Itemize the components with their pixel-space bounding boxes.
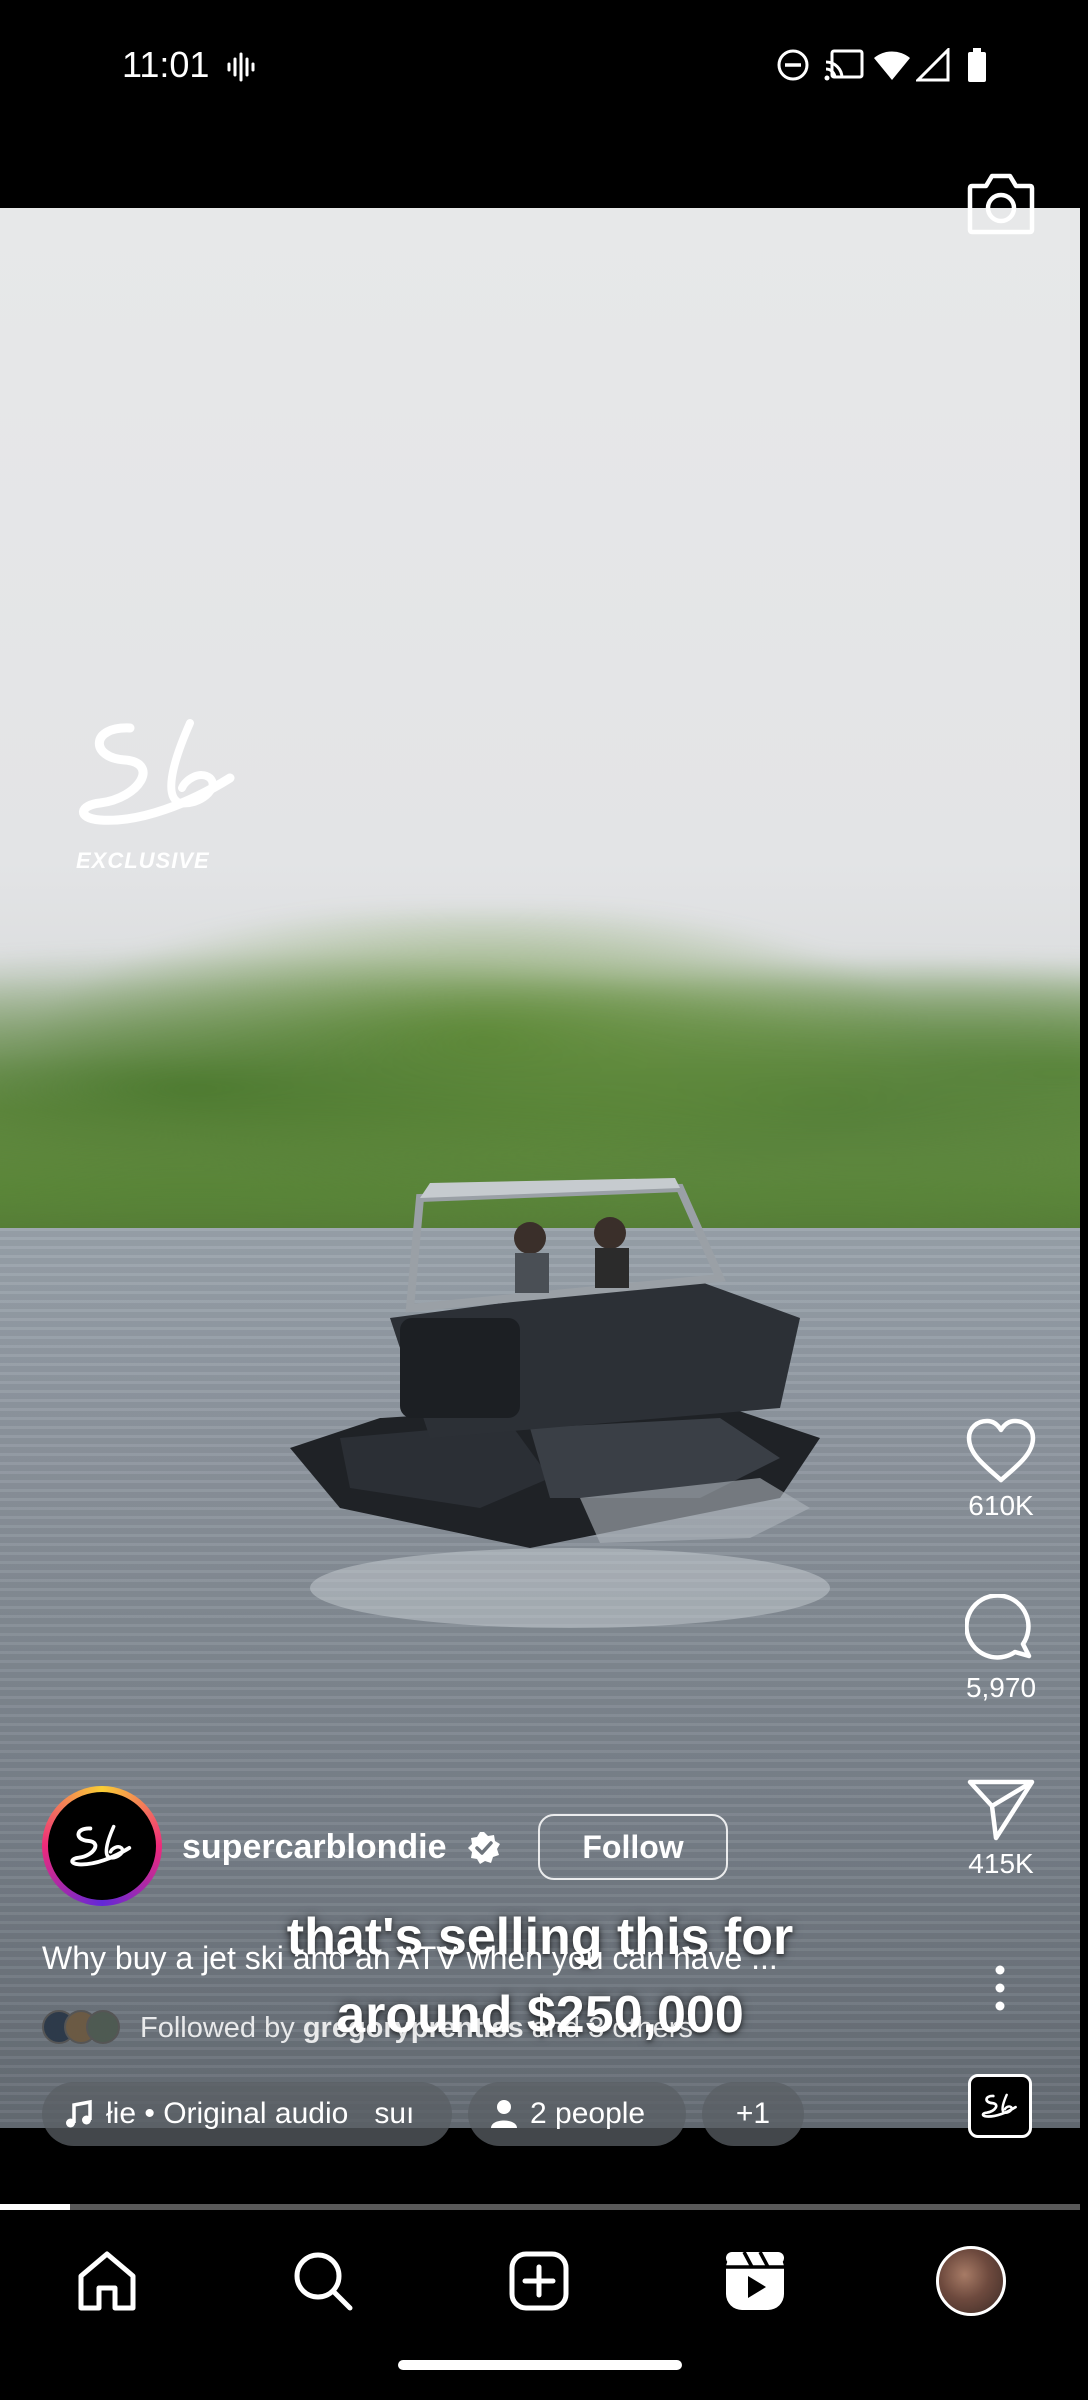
comment-bubble-icon	[965, 1594, 1032, 1660]
comment-count: 5,970	[965, 1672, 1037, 1703]
like-action[interactable]: 610K	[941, 1418, 1061, 1522]
reels-icon	[726, 2251, 784, 2310]
more-options-icon[interactable]	[986, 1964, 1014, 2012]
voice-wave-icon	[227, 52, 255, 82]
like-count: 610K	[968, 1490, 1034, 1521]
audio-pill[interactable]: łie • Original audio suı	[42, 2082, 452, 2146]
sb-logo-watermark	[79, 719, 235, 825]
tagged-people-pill[interactable]: 2 people	[468, 2082, 686, 2146]
person-icon	[491, 2100, 517, 2128]
follower-avatar	[86, 2010, 120, 2044]
followed-prefix: Followed by	[140, 2011, 303, 2044]
sb-logo-icon	[981, 2093, 1017, 2118]
follower-avatars	[42, 2010, 122, 2046]
more-tags-pill[interactable]: +1	[702, 2082, 804, 2146]
exclusive-label: EXCLUSIVE	[76, 848, 210, 873]
verified-badge-icon	[468, 1832, 500, 1864]
audio-thumbnail[interactable]	[968, 2074, 1032, 2138]
more-tags-label: +1	[735, 2097, 771, 2130]
camera-icon[interactable]	[966, 170, 1036, 236]
nav-home[interactable]	[62, 2236, 152, 2326]
cell-signal-icon	[916, 48, 950, 82]
followed-by-text: Followed by gregoryprentiss and 3 others	[140, 2012, 693, 2045]
nav-create[interactable]	[494, 2236, 584, 2326]
tagged-people-label: 2 people	[530, 2097, 646, 2130]
nav-search[interactable]	[278, 2236, 368, 2326]
music-note-icon	[66, 2099, 92, 2128]
send-icon	[967, 1779, 1035, 1841]
sb-logo-icon	[70, 1824, 132, 1867]
followed-user[interactable]: gregoryprentiss	[303, 2012, 524, 2044]
author-username[interactable]: supercarblondie	[182, 1828, 447, 1867]
nav-reels[interactable]	[710, 2236, 800, 2326]
create-icon	[509, 2251, 569, 2311]
author-avatar[interactable]	[42, 1786, 162, 1906]
followed-by-row[interactable]: Followed by gregoryprentiss and 3 others	[42, 2008, 693, 2048]
jetski-atv-illustration	[290, 1178, 830, 1628]
profile-avatar	[936, 2246, 1006, 2316]
nav-profile[interactable]	[926, 2236, 1016, 2326]
audio-label-tail: suı	[374, 2097, 415, 2130]
home-icon	[78, 2251, 136, 2311]
bottom-navigation	[0, 2210, 1088, 2400]
share-count: 415K	[968, 1848, 1034, 1879]
comment-action[interactable]: 5,970	[941, 1594, 1061, 1704]
search-icon	[294, 2252, 353, 2311]
cast-icon	[824, 49, 864, 81]
post-caption[interactable]: Why buy a jet ski and an ATV when you ca…	[42, 1940, 778, 1977]
battery-icon	[968, 48, 986, 82]
do-not-disturb-icon	[777, 49, 809, 81]
home-indicator[interactable]	[398, 2360, 682, 2370]
share-action[interactable]: 415K	[941, 1776, 1061, 1880]
status-time: 11:01	[122, 44, 210, 85]
follow-button[interactable]: Follow	[538, 1814, 728, 1880]
wifi-icon	[874, 51, 910, 80]
status-bar: 11:01	[0, 0, 1088, 136]
audio-label: łie • Original audio	[106, 2097, 349, 2130]
heart-icon	[966, 1418, 1036, 1483]
followed-suffix: and 3 others	[523, 2011, 693, 2044]
